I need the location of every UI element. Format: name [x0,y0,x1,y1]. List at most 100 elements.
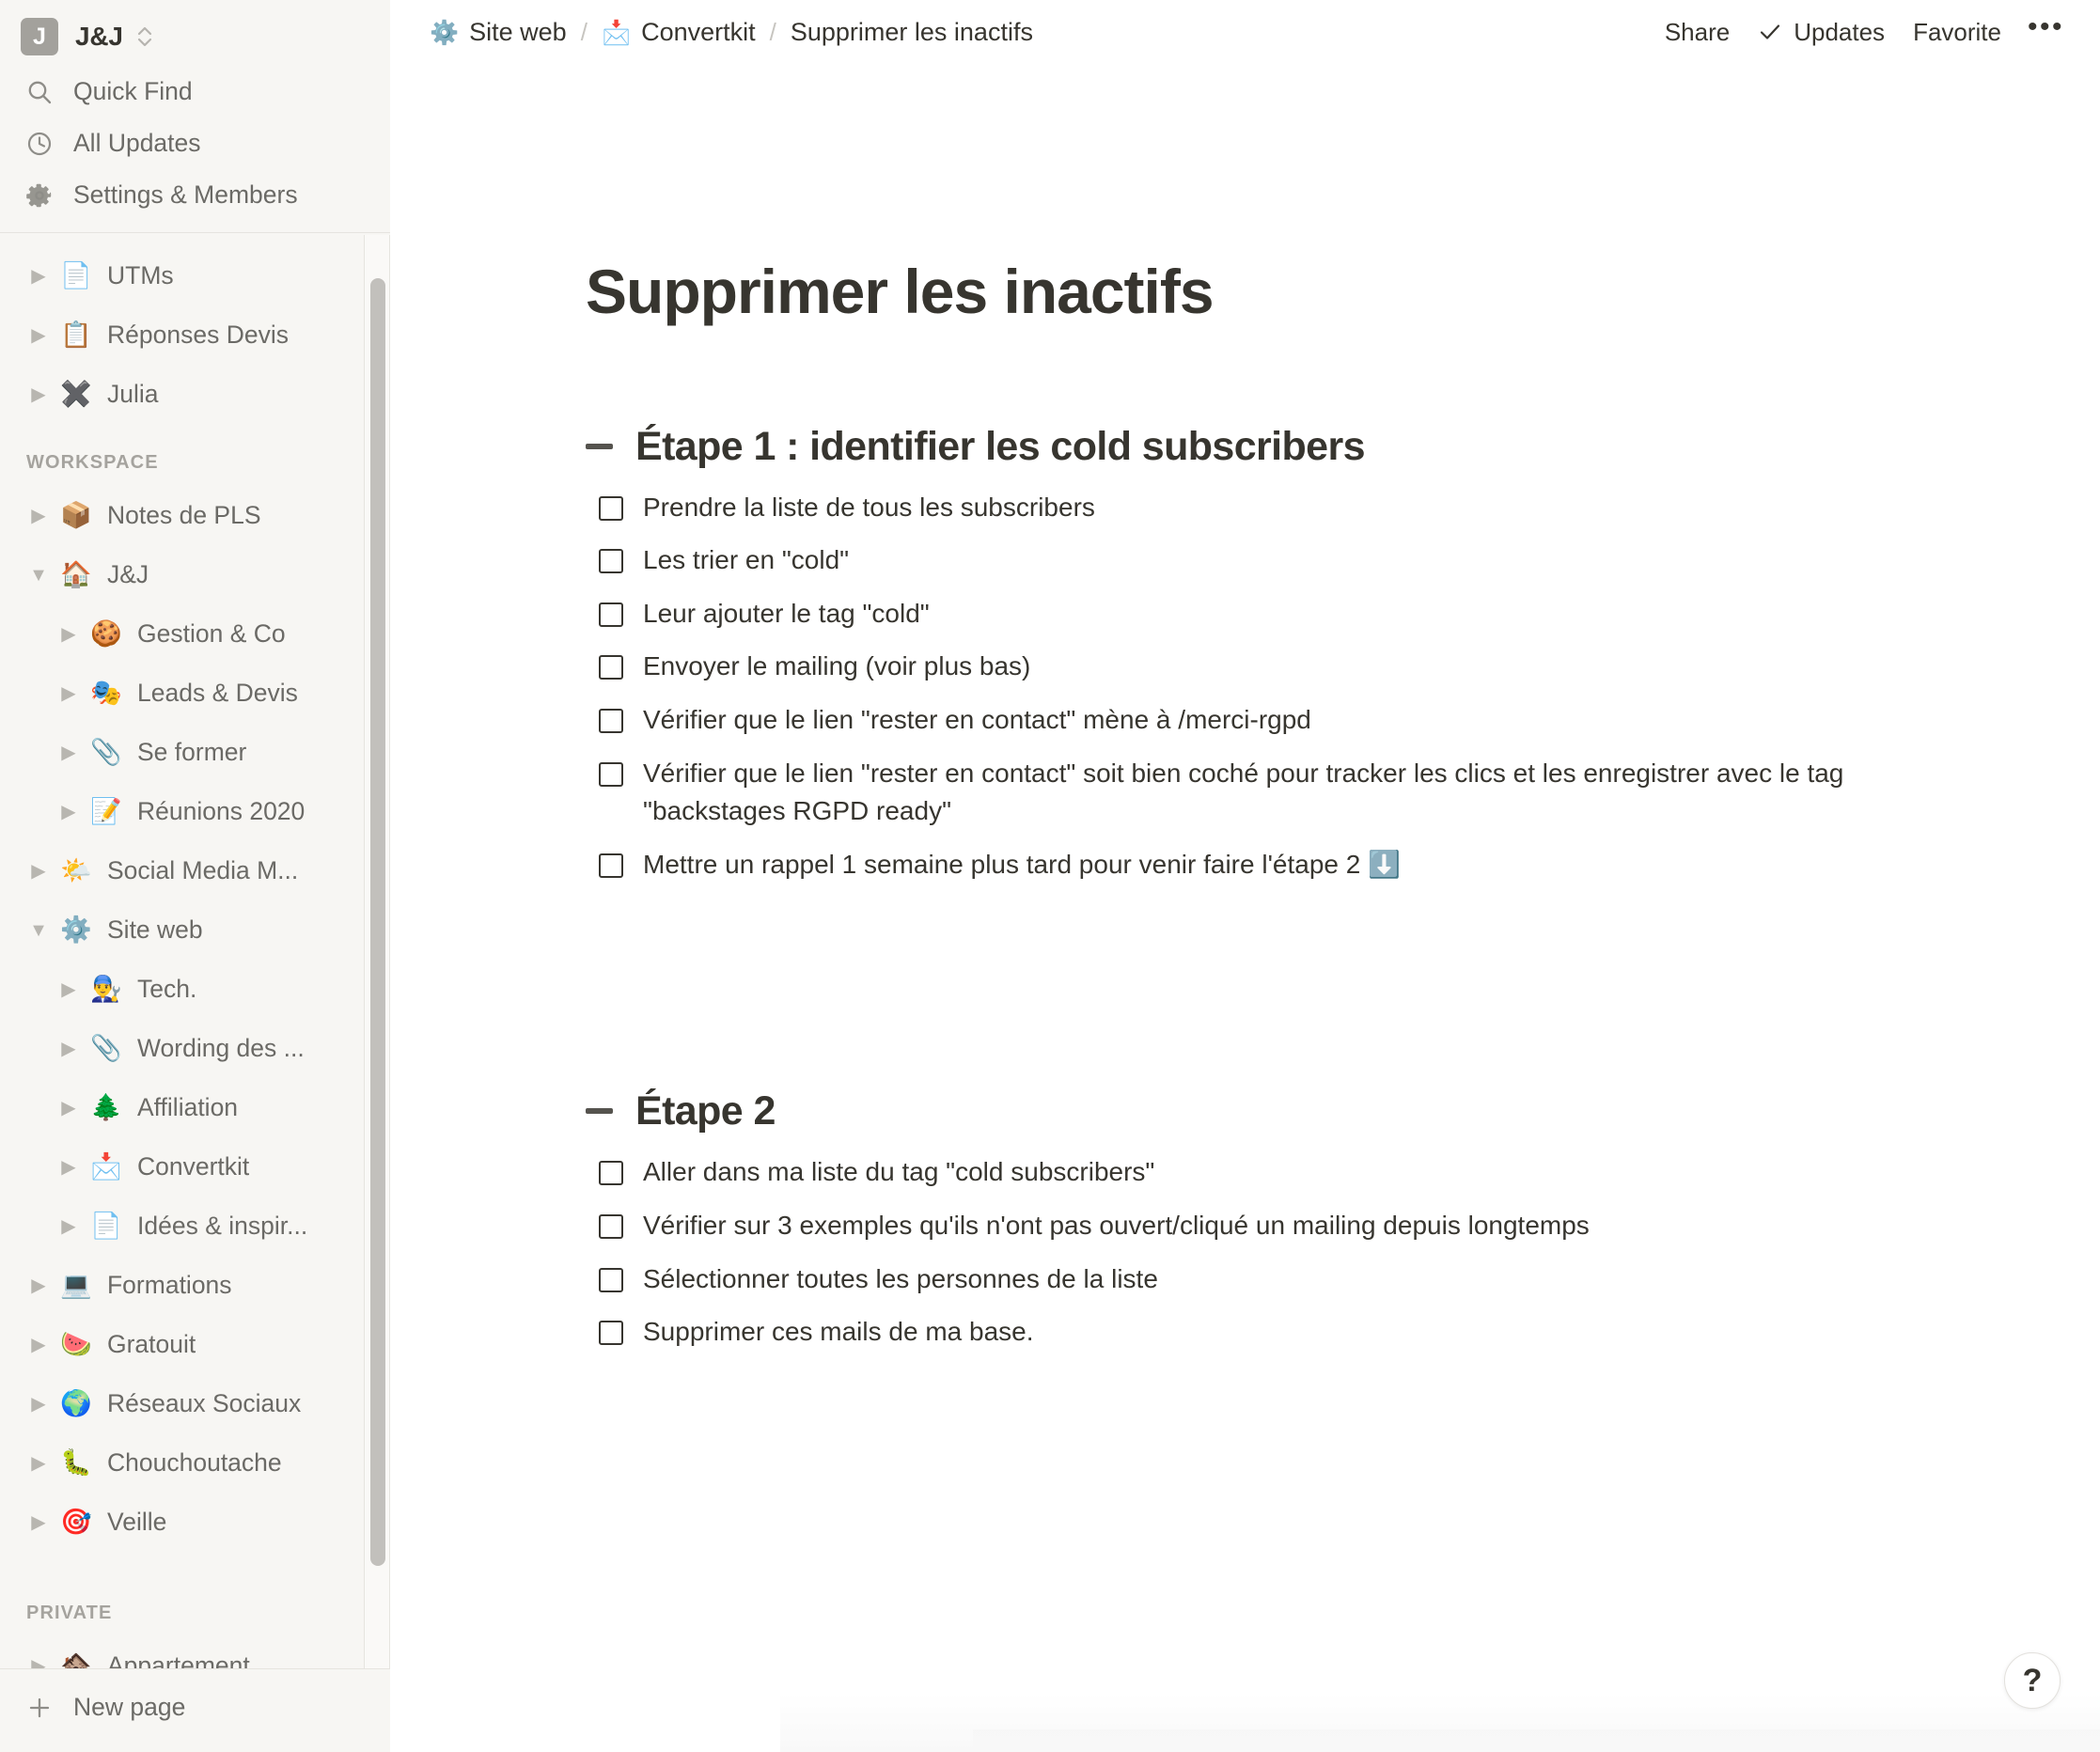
todo-label[interactable]: Les trier en "cold" [643,541,1987,580]
updates-button[interactable]: Updates [1747,11,1896,54]
chevron-right-icon[interactable]: ▶ [56,1155,81,1180]
sidebar-item-label: Gratouit [107,1330,196,1358]
gear-icon [23,179,56,212]
share-button[interactable]: Share [1653,11,1741,54]
sidebar-item-se-former[interactable]: ▶ 📎 Se former [0,723,365,782]
sidebar-item-gestion-co[interactable]: ▶ 🍪 Gestion & Co [0,604,365,664]
breadcrumb-item[interactable]: 📩 Convertkit [594,13,763,52]
todo-label[interactable]: Mettre un rappel 1 semaine plus tard pou… [643,846,1987,884]
sidebar-item-gratouit[interactable]: ▶ 🍉 Gratouit [0,1315,365,1374]
sidebar-item-convertkit[interactable]: ▶ 📩 Convertkit [0,1137,365,1197]
breadcrumb-item[interactable]: ⚙️ Site web [422,13,574,52]
sidebar-tree-scroll-area[interactable]: ▶ 📄 UTMs ▶ 📋 Réponses Devis ▶ ✖️ Julia WORKSPACE… [0,235,390,1668]
chevron-right-icon[interactable]: ▶ [26,1510,51,1535]
plus-icon [23,1691,56,1725]
todo-checkbox[interactable] [599,708,623,733]
sidebar-item-leads-devis[interactable]: ▶ 🎭 Leads & Devis [0,664,365,723]
toggle-collapse-icon[interactable] [586,1108,613,1115]
todo-label[interactable]: Envoyer le mailing (voir plus bas) [643,648,1987,686]
todo-label[interactable]: Leur ajouter le tag "cold" [643,595,1987,634]
sidebar-item-r-unions-2020[interactable]: ▶ 📝 Réunions 2020 [0,782,365,841]
help-button[interactable]: ? [2004,1652,2061,1709]
todo-checkbox[interactable] [599,1267,623,1292]
todo-label[interactable]: Supprimer ces mails de ma base. [643,1313,1987,1352]
todo-checkbox[interactable] [599,655,623,680]
sidebar-item-social-media-m[interactable]: ▶ 🌤️ Social Media M... [0,841,365,900]
chevron-right-icon[interactable]: ▶ [56,681,81,706]
chevron-right-icon[interactable]: ▶ [56,741,81,765]
sidebar-workspace-list: ▶ 📦 Notes de PLS ▼ 🏠 J&J ▶ 🍪 Gestion & Co ▶ 🎭 Leads… [0,486,365,1552]
todo-checkbox[interactable] [599,1321,623,1346]
todo-label[interactable]: Vérifier que le lien "rester en contact"… [643,755,1987,831]
sidebar-item-r-ponses-devis[interactable]: ▶ 📋 Réponses Devis [0,305,365,365]
sidebar-item-label: J&J [107,560,149,588]
breadcrumb-separator: / [769,17,776,46]
sidebar-item-julia[interactable]: ▶ ✖️ Julia [0,365,365,424]
todo-label[interactable]: Prendre la liste de tous les subscribers [643,489,1987,527]
sidebar-scrollbar-thumb[interactable] [370,278,385,1566]
sidebar-item-formations[interactable]: ▶ 💻 Formations [0,1256,365,1315]
sidebar-item-site-web[interactable]: ▼ ⚙️ Site web [0,900,365,960]
toggle-collapse-icon[interactable] [586,443,613,449]
todo-checkbox[interactable] [599,602,623,627]
sidebar-item-veille[interactable]: ▶ 🎯 Veille [0,1493,365,1552]
chevron-down-icon[interactable]: ▼ [26,918,51,943]
todo-item: Sélectionner toutes les personnes de la … [586,1253,1987,1306]
notion-app-window: J J&J Quick Find All Updates Settings & … [0,0,2100,1752]
sidebar: J J&J Quick Find All Updates Settings & … [0,0,390,1752]
favorite-button[interactable]: Favorite [1902,11,2013,54]
sidebar-item-utms[interactable]: ▶ 📄 UTMs [0,246,365,305]
chevron-down-icon[interactable]: ▼ [26,563,51,587]
todo-label[interactable]: Sélectionner toutes les personnes de la … [643,1260,1987,1299]
chevron-right-icon[interactable]: ▶ [26,1392,51,1416]
sidebar-item-r-seaux-sociaux[interactable]: ▶ 🌍 Réseaux Sociaux [0,1374,365,1433]
page-emoji-icon: 📩 [90,1152,122,1181]
page-emoji-icon: ✖️ [60,380,92,409]
sidebar-scrollbar-track[interactable] [364,235,390,1668]
sidebar-item-id-es-inspir[interactable]: ▶ 📄 Idées & inspir... [0,1197,365,1256]
sidebar-item-label: Settings & Members [73,180,298,209]
section-heading: Étape 1 : identifier les cold subscriber… [586,424,1987,470]
chevron-right-icon[interactable]: ▶ [26,504,51,528]
todo-label[interactable]: Aller dans ma liste du tag "cold subscri… [643,1153,1987,1192]
todo-checkbox[interactable] [599,495,623,521]
sidebar-item-j-j[interactable]: ▼ 🏠 J&J [0,545,365,604]
todo-label[interactable]: Vérifier sur 3 exemples qu'ils n'ont pas… [643,1207,1987,1245]
sidebar-item-notes-de-pls[interactable]: ▶ 📦 Notes de PLS [0,486,365,545]
todo-checkbox[interactable] [599,761,623,787]
breadcrumb-item[interactable]: Supprimer les inactifs [783,13,1041,52]
sidebar-item-all-updates[interactable]: All Updates [0,117,390,169]
ellipsis-icon[interactable]: ••• [2018,13,2074,47]
chevron-right-icon[interactable]: ▶ [26,1654,51,1669]
sidebar-divider-bottom [0,1668,390,1669]
todo-checkbox[interactable] [599,549,623,574]
sidebar-item-appartement[interactable]: ▶ 🏚️ Appartement [0,1636,365,1668]
sidebar-item-quick-find[interactable]: Quick Find [0,66,390,117]
todo-checkbox[interactable] [599,853,623,878]
chevron-right-icon[interactable]: ▶ [26,1451,51,1476]
todo-checkbox[interactable] [599,1161,623,1186]
sidebar-item-wording-des[interactable]: ▶ 📎 Wording des ... [0,1019,365,1078]
chevron-right-icon[interactable]: ▶ [56,800,81,824]
todo-checkbox[interactable] [599,1213,623,1239]
chevron-right-icon[interactable]: ▶ [26,859,51,884]
chevron-right-icon[interactable]: ▶ [56,1096,81,1120]
page-emoji-icon: 🎭 [90,679,122,708]
chevron-right-icon[interactable]: ▶ [26,323,51,348]
sidebar-item-affiliation[interactable]: ▶ 🌲 Affiliation [0,1078,365,1137]
chevron-right-icon[interactable]: ▶ [26,1333,51,1357]
chevron-right-icon[interactable]: ▶ [26,264,51,289]
breadcrumb-label: Supprimer les inactifs [790,17,1033,46]
sidebar-item-tech[interactable]: ▶ 👨‍🔧 Tech. [0,960,365,1019]
todo-label[interactable]: Vérifier que le lien "rester en contact"… [643,701,1987,740]
chevron-right-icon[interactable]: ▶ [56,1214,81,1239]
sidebar-item-chouchoutache[interactable]: ▶ 🐛 Chouchoutache [0,1433,365,1493]
sidebar-item-settings-members[interactable]: Settings & Members [0,169,390,221]
sidebar-new-page-button[interactable]: New page [0,1682,390,1733]
chevron-right-icon[interactable]: ▶ [56,622,81,647]
chevron-right-icon[interactable]: ▶ [56,978,81,1002]
chevron-right-icon[interactable]: ▶ [26,383,51,407]
chevron-right-icon[interactable]: ▶ [26,1274,51,1298]
workspace-switcher[interactable]: J J&J [0,8,390,66]
chevron-right-icon[interactable]: ▶ [56,1037,81,1061]
